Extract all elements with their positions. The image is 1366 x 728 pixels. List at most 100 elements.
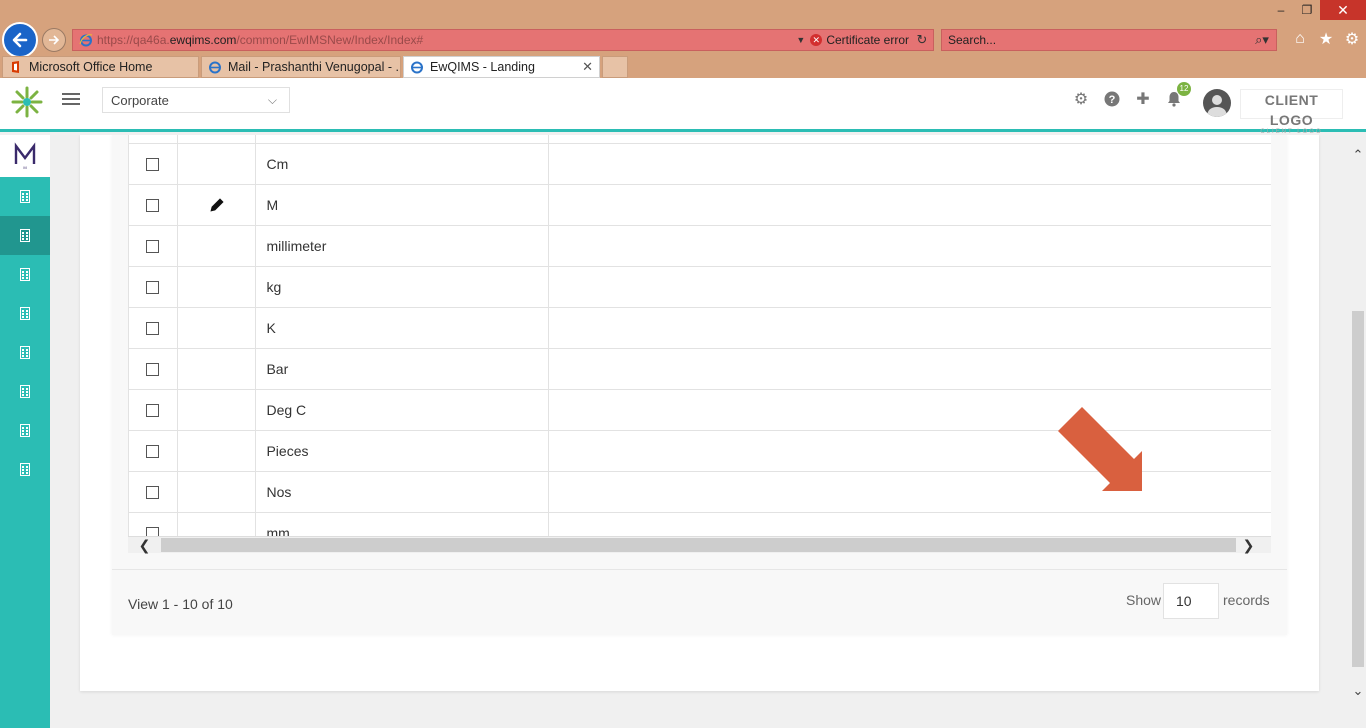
add-icon[interactable]: ✚ [1134, 90, 1152, 108]
tab-ewqims[interactable]: EwQIMS - Landing ✕ [403, 56, 600, 78]
row-checkbox[interactable] [146, 363, 160, 377]
edit-cell [177, 389, 257, 431]
sidebar-item-building-3[interactable] [0, 255, 50, 294]
sidebar-item-building-7[interactable] [0, 411, 50, 450]
close-icon[interactable]: ✕ [1320, 0, 1366, 20]
certificate-error-label: Certificate error [826, 33, 909, 47]
favorites-star-icon[interactable]: ★ [1316, 29, 1336, 49]
select-cell [129, 135, 178, 144]
empty-cell [548, 307, 1271, 349]
tab-office-home[interactable]: Microsoft Office Home [2, 56, 199, 78]
horizontal-scrollbar[interactable]: ❮ ❯ [128, 536, 1271, 553]
minimize-icon[interactable]: – [1268, 0, 1294, 20]
unit-name-cell: millimeter [255, 225, 549, 267]
select-cell [129, 512, 178, 536]
edit-cell [177, 266, 257, 308]
page-size-input[interactable] [1163, 583, 1219, 619]
address-dropdown-icon[interactable]: ▼ [796, 35, 810, 45]
annotation-arrow-icon [1058, 407, 1142, 491]
select-cell [129, 471, 178, 513]
empty-cell [548, 135, 1271, 144]
sidebar-item-building-5[interactable] [0, 333, 50, 372]
browser-search[interactable]: ⌕▾ [941, 29, 1277, 51]
row-checkbox[interactable] [146, 240, 160, 254]
scrollbar-thumb[interactable] [161, 538, 1236, 552]
select-cell [129, 184, 178, 226]
row-checkbox[interactable] [146, 199, 160, 213]
notification-bell-icon[interactable]: 12 [1165, 82, 1191, 108]
browser-toolbar-icons: ⌂ ★ ⚙ [1290, 29, 1362, 49]
home-icon[interactable]: ⌂ [1290, 29, 1310, 49]
empty-cell [548, 143, 1271, 185]
table-row[interactable]: kg [129, 266, 1271, 308]
restore-icon[interactable]: ❐ [1294, 0, 1320, 20]
table-row[interactable]: Cm [129, 143, 1271, 185]
certificate-error[interactable]: ✕ Certificate error [810, 33, 909, 47]
main-content: Cm Mmillimeter kg K Bar Deg C Pieces Nos mm ❮ ❯ … [50, 135, 1350, 728]
help-icon[interactable]: ? [1103, 90, 1121, 108]
company-select[interactable]: Corporate ⌵ [102, 87, 290, 113]
back-button[interactable] [2, 22, 38, 58]
sidebar-item-building-8[interactable] [0, 450, 50, 489]
select-cell [129, 266, 178, 308]
scroll-down-icon[interactable]: ⌄ [1350, 683, 1366, 699]
tab-mail[interactable]: Mail - Prashanthi Venugopal - ... [201, 56, 401, 78]
office-icon [12, 61, 19, 73]
avatar[interactable] [1203, 89, 1231, 117]
url-path: /common/EwIMSNew/Index/Index# [236, 33, 424, 47]
unit-name-cell: mm [255, 512, 549, 536]
table-row[interactable]: K [129, 307, 1271, 349]
select-cell [129, 389, 178, 431]
gear-icon[interactable]: ⚙ [1342, 29, 1362, 49]
client-logo: CLIENT LOGO CLIENT LOGO [1240, 89, 1343, 135]
empty-cell [548, 184, 1271, 226]
unit-name-cell: Pieces [255, 430, 549, 472]
settings-gear-icon[interactable]: ⚙ [1072, 90, 1090, 108]
scroll-right-icon[interactable]: ❯ [1240, 537, 1257, 553]
row-checkbox[interactable] [146, 281, 160, 295]
pencil-icon[interactable] [209, 197, 225, 213]
sidebar-item-building-1[interactable] [0, 177, 50, 216]
sidebar-item-building-6[interactable] [0, 372, 50, 411]
chevron-down-icon: ⌵ [267, 93, 277, 107]
unit-name-cell: Nos [255, 471, 549, 513]
select-cell [129, 307, 178, 349]
module-logo[interactable]: M [0, 135, 50, 177]
refresh-icon[interactable]: ↻ [915, 32, 929, 48]
row-checkbox[interactable] [146, 527, 160, 536]
row-checkbox[interactable] [146, 322, 160, 336]
row-checkbox[interactable] [146, 445, 160, 459]
menu-toggle-icon[interactable] [62, 90, 80, 108]
scroll-left-icon[interactable]: ❮ [136, 537, 153, 553]
forward-button[interactable] [42, 28, 66, 52]
sidebar-item-building-4[interactable] [0, 294, 50, 333]
row-checkbox[interactable] [146, 404, 160, 418]
building-icon [20, 307, 30, 320]
window-controls: – ❐ ✕ [1268, 0, 1366, 20]
page-scrollbar[interactable]: ⌃ ⌄ [1350, 135, 1366, 728]
row-checkbox[interactable] [146, 486, 160, 500]
search-icon[interactable]: ⌕▾ [1248, 32, 1276, 48]
browser-search-input[interactable] [948, 33, 1248, 47]
new-tab-button[interactable] [602, 56, 628, 78]
table-row[interactable] [129, 135, 1271, 144]
scroll-up-icon[interactable]: ⌃ [1350, 147, 1366, 163]
table-row[interactable]: millimeter [129, 225, 1271, 267]
building-icon [20, 424, 30, 437]
unit-name-cell [255, 135, 549, 144]
row-checkbox[interactable] [146, 158, 160, 172]
close-tab-icon[interactable]: ✕ [572, 59, 593, 75]
address-bar[interactable]: https://qa46a.ewqims.com/common/EwIMSNew… [72, 29, 934, 51]
table-row[interactable]: Bar [129, 348, 1271, 390]
sidebar-item-building-2[interactable] [0, 216, 50, 255]
page-scrollbar-thumb[interactable] [1352, 311, 1364, 667]
edit-cell [177, 307, 257, 349]
app-logo-icon[interactable] [10, 85, 44, 119]
svg-text:?: ? [1109, 94, 1116, 106]
svg-text:M: M [23, 165, 26, 170]
select-cell [129, 225, 178, 267]
table-row[interactable]: mm [129, 512, 1271, 536]
building-icon [20, 385, 30, 398]
company-select-value: Corporate [111, 92, 169, 108]
table-row[interactable]: M [129, 184, 1271, 226]
